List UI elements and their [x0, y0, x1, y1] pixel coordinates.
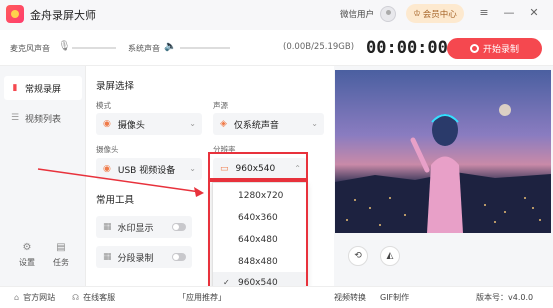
- system-volume-label: 系统声音: [128, 44, 160, 53]
- record-timer: 00:00:00: [366, 38, 448, 58]
- rotate-icon: ⟲: [354, 251, 362, 261]
- annotation-box-resolution-select: [208, 152, 308, 180]
- section-title-recording: 录屏选择: [96, 81, 135, 92]
- preview-panel: ⟲ ◭: [334, 66, 553, 286]
- app-recommend-text: 「应用推荐」: [178, 293, 226, 302]
- mode-value: 摄像头: [117, 120, 145, 131]
- app-title: 金舟录屏大师: [30, 9, 96, 22]
- audio-source-select[interactable]: ◈ 仅系统声音 ⌄: [213, 113, 324, 135]
- camera-preview: [335, 70, 551, 233]
- tasks-button[interactable]: ▤ 任务: [46, 242, 76, 268]
- segment-record-toggle-row[interactable]: ▦ 分段录制: [96, 246, 192, 268]
- mic-volume-slider[interactable]: [72, 47, 116, 49]
- watermark-label: 水印显示: [117, 223, 154, 234]
- sidebar-item-regular-recording[interactable]: ▮ 常规录屏: [4, 76, 82, 100]
- avatar[interactable]: [380, 6, 396, 22]
- tasks-label: 任务: [53, 258, 69, 267]
- app-recommend-label: 「应用推荐」: [178, 292, 226, 303]
- mirror-icon: ◭: [386, 251, 394, 261]
- chevron-down-icon: ⌄: [311, 119, 318, 128]
- app-logo: [6, 5, 24, 23]
- annotation-box-dropdown: [208, 180, 308, 297]
- minimize-icon[interactable]: —: [502, 6, 516, 20]
- gif-maker-link[interactable]: GIF制作: [380, 292, 409, 303]
- storage-usage: (0.00B/25.19GB): [283, 42, 355, 52]
- mic-volume-label: 麦克风声音: [10, 44, 50, 53]
- online-support-link[interactable]: ☊ 在线客服: [72, 292, 115, 303]
- website-label: 官方网站: [23, 293, 56, 302]
- title-bar: 金舟录屏大师 微信用户 ♔ 会员中心 ≡ — ✕: [0, 0, 553, 30]
- start-recording-button[interactable]: 开始录制: [447, 38, 542, 59]
- chevron-down-icon: ⌄: [189, 164, 196, 173]
- camera-select[interactable]: ◉ USB 视频设备 ⌄: [96, 158, 202, 180]
- home-icon: ⌂: [14, 293, 20, 302]
- gear-icon: ⚙: [22, 242, 32, 253]
- camera-value: USB 视频设备: [117, 165, 176, 176]
- version-text: 版本号：v4.0.0: [476, 293, 534, 302]
- video-convert-label: 视频转换: [334, 293, 366, 302]
- audio-control-bar: 麦克风声音 🎙 系统声音 🔈 (0.00B/25.19GB) 00:00:00 …: [0, 30, 553, 66]
- audio-source-value: 仅系统声音: [233, 120, 279, 131]
- support-label: 在线客服: [83, 293, 116, 302]
- watermark-toggle-row[interactable]: ▦ 水印显示: [96, 216, 192, 238]
- system-volume-slider[interactable]: [180, 47, 230, 49]
- record-icon: ▮: [12, 83, 18, 93]
- section-title-tools: 常用工具: [96, 195, 135, 206]
- audio-source-label: 声源: [213, 101, 228, 110]
- video-convert-link[interactable]: 视频转换: [334, 292, 366, 303]
- camera-label: 摄像头: [96, 145, 119, 154]
- footer: ⌂ 官方网站 ☊ 在线客服 「应用推荐」 视频转换 GIF制作 版本号：v4.0…: [0, 286, 553, 308]
- list-icon: ☰: [10, 113, 20, 123]
- mode-select[interactable]: ◉ 摄像头 ⌄: [96, 113, 202, 135]
- settings-label: 设置: [19, 258, 35, 267]
- segment-icon: ▦: [103, 252, 112, 262]
- sidebar-item-label: 视频列表: [25, 114, 62, 125]
- sidebar-item-label: 常规录屏: [25, 84, 62, 95]
- crown-icon: ♔: [413, 8, 421, 19]
- vip-center-label: 会员中心: [422, 9, 457, 20]
- vip-center-button[interactable]: ♔ 会员中心: [406, 4, 464, 23]
- segment-record-toggle[interactable]: [172, 253, 186, 261]
- start-recording-label: 开始录制: [482, 45, 519, 55]
- settings-button[interactable]: ⚙ 设置: [12, 242, 42, 268]
- wechat-user-label[interactable]: 微信用户: [340, 8, 374, 20]
- version-label: 版本号：v4.0.0: [476, 292, 533, 303]
- rotate-button[interactable]: ⟲: [348, 246, 368, 266]
- headset-icon: ☊: [72, 293, 80, 302]
- camera-icon: ◉: [103, 164, 111, 174]
- camera-icon: ◉: [103, 119, 111, 129]
- watermark-toggle[interactable]: [172, 223, 186, 231]
- preview-scene: [335, 104, 551, 233]
- sidebar: ▮ 常规录屏 ☰ 视频列表 ⚙ 设置 ▤ 任务: [0, 66, 86, 286]
- official-website-link[interactable]: ⌂ 官方网站: [14, 292, 55, 303]
- speaker-icon: ◈: [220, 119, 227, 129]
- menu-icon[interactable]: ≡: [477, 6, 491, 20]
- speaker-icon[interactable]: 🔈: [164, 41, 176, 53]
- segment-record-label: 分段录制: [117, 253, 154, 264]
- mirror-button[interactable]: ◭: [380, 246, 400, 266]
- record-dot-icon: [469, 44, 479, 53]
- microphone-icon[interactable]: 🎙: [58, 41, 71, 53]
- chevron-down-icon: ⌄: [189, 119, 196, 128]
- mode-label: 模式: [96, 101, 111, 110]
- watermark-icon: ▦: [103, 222, 112, 232]
- gif-label: GIF制作: [380, 293, 410, 302]
- close-icon[interactable]: ✕: [527, 6, 541, 20]
- sidebar-item-video-list[interactable]: ☰ 视频列表: [4, 106, 82, 130]
- task-icon: ▤: [56, 242, 66, 253]
